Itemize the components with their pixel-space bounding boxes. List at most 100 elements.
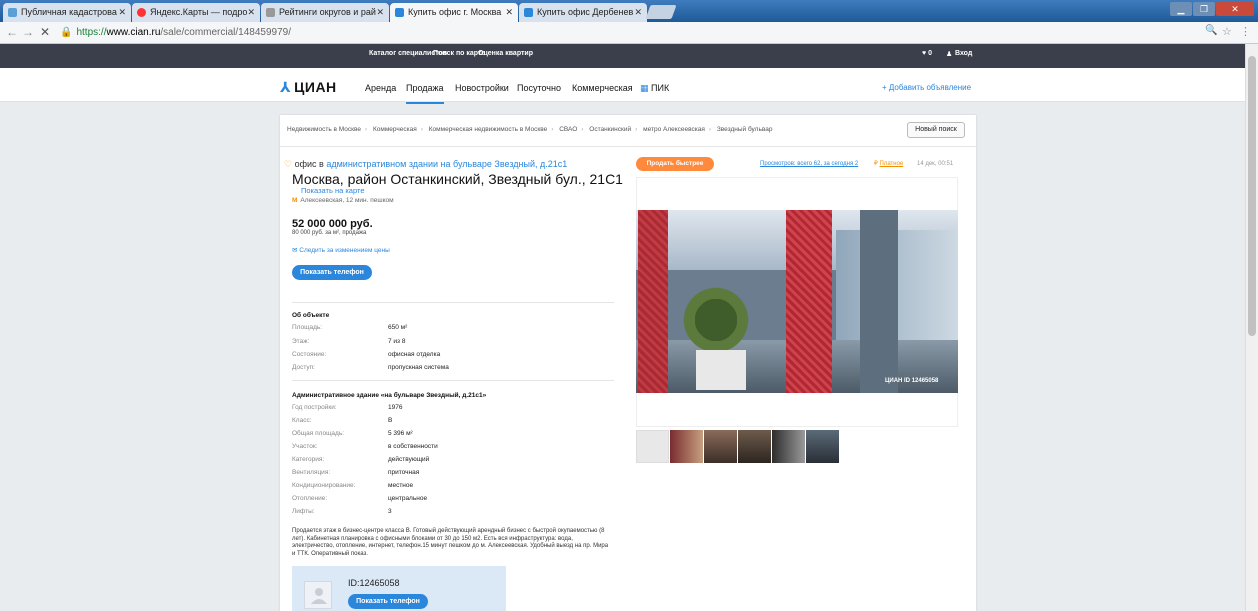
page-scrollbar[interactable] — [1245, 44, 1258, 611]
main-photo[interactable] — [636, 210, 958, 393]
breadcrumb-item[interactable]: Недвижимость в Москве — [287, 126, 361, 133]
nav-commercial[interactable]: Коммерческая — [572, 83, 633, 93]
nav-daily[interactable]: Посуточно — [517, 83, 561, 93]
publish-date: 14 дек, 00:51 — [917, 161, 954, 167]
browser-tab[interactable]: Рейтинги округов и рай ✕ — [261, 3, 389, 22]
spec-value: местное — [388, 482, 414, 489]
show-phone-button[interactable]: Показать телефон — [292, 265, 372, 280]
new-tab-button[interactable] — [645, 5, 677, 19]
paid-text: Платное — [879, 161, 904, 167]
pik-icon: ▦ — [640, 83, 649, 93]
photo-pillar — [860, 210, 898, 393]
spec-label: Категория: — [292, 456, 325, 463]
breadcrumb-item[interactable]: СВАО — [559, 126, 577, 133]
add-ad-link[interactable]: + Добавить объявление — [882, 83, 971, 92]
listing-type: ♡ офис в административном здании на буль… — [284, 159, 567, 170]
nav-new-buildings[interactable]: Новостройки — [455, 83, 509, 93]
gallery-thumbnail[interactable] — [772, 430, 805, 463]
spec-value: приточная — [388, 469, 420, 476]
scrollbar-thumb[interactable] — [1248, 56, 1256, 336]
metro-info: М Алексеевская, 12 мин. пешком — [292, 197, 394, 204]
browser-tab[interactable]: Публичная кадастрова ✕ — [3, 3, 131, 22]
building-link[interactable]: административном здании на бульваре Звез… — [326, 159, 567, 169]
breadcrumb-item[interactable]: Останкинский — [589, 126, 631, 133]
spec-label: Отопление: — [292, 495, 328, 502]
breadcrumb-separator: › — [420, 126, 423, 133]
back-arrow-icon[interactable]: ← — [6, 25, 18, 39]
divider — [292, 380, 614, 381]
favorites-link[interactable]: ♥ 0 — [922, 50, 932, 57]
breadcrumb-item[interactable]: Коммерческая — [373, 126, 417, 133]
spec-value: 5 396 м² — [388, 430, 413, 437]
breadcrumb-item[interactable]: Коммерческая недвижимость в Москве — [429, 126, 547, 133]
show-on-map-link[interactable]: Показать на карте — [301, 186, 365, 195]
listing-address: Москва, район Останкинский, Звездный бул… — [292, 171, 623, 187]
views-count[interactable]: Просмотров: всего 62, за сегодня 2 — [760, 161, 858, 167]
spec-label: Общая площадь: — [292, 430, 345, 437]
gallery-thumbnail[interactable] — [670, 430, 703, 463]
cian-logo[interactable]: ⅄ ЦИАН — [280, 79, 337, 96]
close-tab-icon[interactable]: ✕ — [247, 3, 255, 22]
url-field[interactable]: 🔒 https://www.cian.ru/sale/commercial/148… — [60, 24, 1200, 42]
tab-favicon-icon — [8, 8, 17, 17]
nav-sale[interactable]: Продажа — [406, 83, 444, 104]
gallery-thumbnail[interactable] — [806, 430, 839, 463]
browser-tab[interactable]: Купить офис Дербенев ✕ — [519, 3, 647, 22]
tab-title: Купить офис г. Москва — [408, 7, 502, 17]
zoom-icon[interactable]: 🔍 — [1205, 25, 1217, 36]
spec-label: Площадь: — [292, 324, 323, 331]
lock-icon: 🔒 — [60, 27, 73, 38]
breadcrumb: Недвижимость в Москве › Коммерческая › Ком… — [287, 126, 772, 133]
breadcrumb-item[interactable]: Звездный бульвар — [717, 126, 773, 133]
yandex-maps-favicon-icon — [137, 8, 146, 17]
spec-label: Класс: — [292, 417, 312, 424]
login-link[interactable]: Вход — [955, 50, 972, 57]
tab-title: Яндекс.Карты — подро — [150, 7, 248, 17]
about-section-title: Об объекте — [292, 312, 330, 319]
browser-tab-active[interactable]: Купить офис г. Москва ✕ — [390, 3, 518, 22]
spec-label: Год постройки: — [292, 404, 337, 411]
tab-title: Публичная кадастрова — [21, 7, 117, 17]
nav-pik-label: ПИК — [651, 83, 670, 93]
agent-show-phone-button[interactable]: Показать телефон — [348, 594, 428, 609]
close-tab-icon[interactable]: ✕ — [376, 3, 384, 22]
sell-faster-button[interactable]: Продать быстрее — [636, 157, 714, 171]
gallery-thumbnail[interactable] — [636, 430, 669, 463]
browser-tab[interactable]: Яндекс.Карты — подро ✕ — [132, 3, 260, 22]
maximize-icon[interactable]: ❐ — [1193, 2, 1215, 16]
nav-pik[interactable]: ▦ ПИК — [640, 83, 669, 94]
stop-loading-icon[interactable]: ✕ — [40, 25, 50, 39]
gallery-thumbnail[interactable] — [738, 430, 771, 463]
close-tab-icon[interactable]: ✕ — [634, 3, 642, 22]
breadcrumb-separator: › — [635, 126, 638, 133]
minimize-icon[interactable]: ▁ — [1170, 2, 1192, 16]
bookmark-star-icon[interactable]: ☆ — [1222, 25, 1232, 38]
menu-kebab-icon[interactable]: ⋮ — [1240, 25, 1251, 38]
new-search-button[interactable]: Новый поиск — [907, 122, 965, 138]
link-apartment-valuation[interactable]: Оценка квартир — [478, 50, 533, 57]
close-tab-icon[interactable]: ✕ — [505, 3, 513, 22]
nav-rent[interactable]: Аренда — [365, 83, 396, 93]
forward-arrow-icon[interactable]: → — [22, 25, 34, 39]
tab-title: Купить офис Дербенев — [537, 7, 634, 17]
watch-price-label: Следить за изменением цены — [299, 247, 390, 254]
gallery-thumbnail[interactable] — [704, 430, 737, 463]
photo-red-column — [638, 210, 668, 393]
spec-value: 3 — [388, 508, 392, 515]
spec-value: офисная отделка — [388, 351, 441, 358]
listing-type-prefix: офис в — [294, 159, 324, 169]
breadcrumb-item[interactable]: метро Алексеевская — [643, 126, 705, 133]
url-scheme: https:// — [76, 27, 107, 38]
favorite-heart-icon[interactable]: ♡ — [284, 159, 292, 169]
close-tab-icon[interactable]: ✕ — [118, 3, 126, 22]
mail-icon: ✉ — [292, 247, 298, 254]
divider — [292, 302, 614, 303]
user-icon[interactable]: ♟ — [946, 50, 952, 58]
building-section-title: Административное здание «на бульваре Зве… — [292, 392, 487, 399]
tab-title: Рейтинги округов и рай — [279, 7, 376, 17]
listing-description: Продается этаж в бизнес-центре класса В.… — [292, 528, 609, 557]
spec-value: пропускная система — [388, 364, 449, 371]
spec-label: Вентиляция: — [292, 469, 331, 476]
close-window-icon[interactable]: ✕ — [1216, 2, 1254, 16]
watch-price-link[interactable]: ✉ Следить за изменением цены — [292, 246, 390, 254]
